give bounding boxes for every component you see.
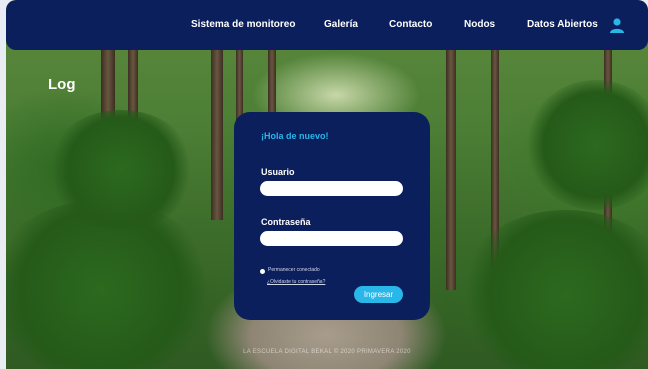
- user-icon[interactable]: [609, 17, 625, 33]
- username-label: Usuario: [261, 167, 295, 177]
- login-submit-button[interactable]: Ingresar: [354, 286, 403, 303]
- password-label: Contraseña: [261, 217, 311, 227]
- login-title: ¡Hola de nuevo!: [261, 131, 329, 141]
- hero-log-text: Log: [48, 76, 76, 93]
- tree-trunk: [446, 40, 456, 290]
- nav-galeria[interactable]: Galería: [324, 19, 358, 30]
- foliage: [46, 110, 196, 230]
- nav-datos-abiertos[interactable]: Datos Abiertos: [527, 19, 598, 30]
- top-navbar: Sistema de monitoreo Galería Contacto No…: [6, 0, 648, 50]
- nav-sistema-de-monitoreo[interactable]: Sistema de monitoreo: [191, 19, 295, 30]
- page-frame: Sistema de monitoreo Galería Contacto No…: [6, 0, 648, 369]
- tree-trunk: [211, 40, 223, 220]
- nav-nodos[interactable]: Nodos: [464, 19, 495, 30]
- username-input[interactable]: [260, 181, 403, 196]
- password-input[interactable]: [260, 231, 403, 246]
- footer-text: LA ESCUELA DIGITAL BEKAL © 2020 PRIMAVER…: [243, 349, 411, 355]
- forgot-password-link[interactable]: ¿Olvidaste tu contraseña?: [267, 279, 325, 285]
- remember-label: Permanecer conectado: [268, 267, 320, 273]
- tree-trunk: [268, 40, 276, 120]
- remember-radio[interactable]: [260, 269, 265, 274]
- login-card: ¡Hola de nuevo! Usuario Contraseña Perma…: [234, 112, 430, 320]
- nav-contacto[interactable]: Contacto: [389, 19, 432, 30]
